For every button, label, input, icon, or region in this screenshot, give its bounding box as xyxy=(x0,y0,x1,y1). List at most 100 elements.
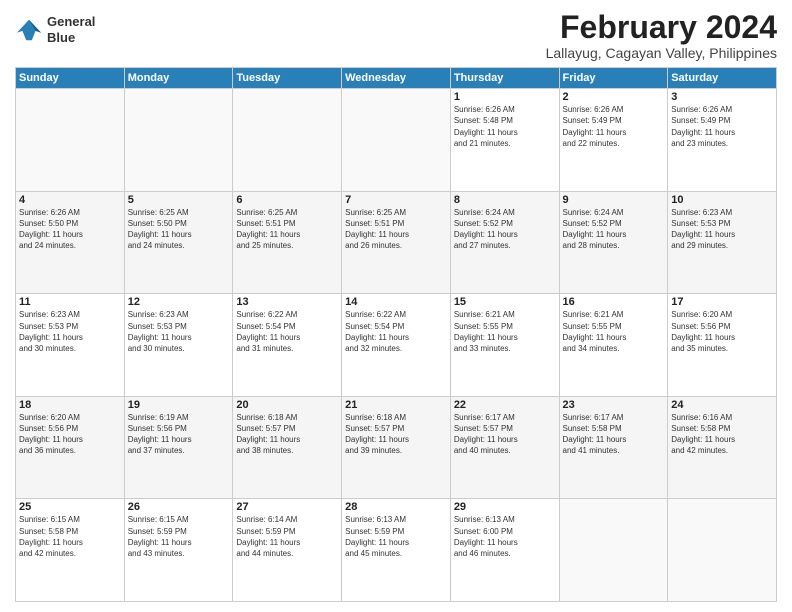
calendar-title: February 2024 xyxy=(546,10,777,45)
calendar-week-5: 25Sunrise: 6:15 AM Sunset: 5:58 PM Dayli… xyxy=(16,499,777,602)
day-number: 25 xyxy=(19,501,121,513)
day-info: Sunrise: 6:26 AM Sunset: 5:50 PM Dayligh… xyxy=(19,207,121,252)
day-info: Sunrise: 6:20 AM Sunset: 5:56 PM Dayligh… xyxy=(19,412,121,457)
calendar-cell: 13Sunrise: 6:22 AM Sunset: 5:54 PM Dayli… xyxy=(233,294,342,397)
calendar-cell: 19Sunrise: 6:19 AM Sunset: 5:56 PM Dayli… xyxy=(124,396,233,499)
day-number: 1 xyxy=(454,91,556,103)
weekday-header-wednesday: Wednesday xyxy=(342,68,451,89)
day-info: Sunrise: 6:16 AM Sunset: 5:58 PM Dayligh… xyxy=(671,412,773,457)
calendar-cell: 11Sunrise: 6:23 AM Sunset: 5:53 PM Dayli… xyxy=(16,294,125,397)
title-block: February 2024 Lallayug, Cagayan Valley, … xyxy=(546,10,777,61)
day-number: 27 xyxy=(236,501,338,513)
calendar-cell: 25Sunrise: 6:15 AM Sunset: 5:58 PM Dayli… xyxy=(16,499,125,602)
calendar-body: 1Sunrise: 6:26 AM Sunset: 5:48 PM Daylig… xyxy=(16,89,777,602)
day-info: Sunrise: 6:13 AM Sunset: 5:59 PM Dayligh… xyxy=(345,514,447,559)
calendar-cell: 22Sunrise: 6:17 AM Sunset: 5:57 PM Dayli… xyxy=(450,396,559,499)
calendar-cell: 9Sunrise: 6:24 AM Sunset: 5:52 PM Daylig… xyxy=(559,191,668,294)
day-number: 22 xyxy=(454,399,556,411)
day-number: 12 xyxy=(128,296,230,308)
day-info: Sunrise: 6:26 AM Sunset: 5:49 PM Dayligh… xyxy=(563,104,665,149)
calendar-cell xyxy=(342,89,451,192)
day-info: Sunrise: 6:17 AM Sunset: 5:57 PM Dayligh… xyxy=(454,412,556,457)
calendar-cell xyxy=(233,89,342,192)
day-number: 9 xyxy=(563,194,665,206)
day-number: 18 xyxy=(19,399,121,411)
calendar-cell: 24Sunrise: 6:16 AM Sunset: 5:58 PM Dayli… xyxy=(668,396,777,499)
calendar-cell: 1Sunrise: 6:26 AM Sunset: 5:48 PM Daylig… xyxy=(450,89,559,192)
weekday-header-saturday: Saturday xyxy=(668,68,777,89)
day-number: 2 xyxy=(563,91,665,103)
calendar-cell xyxy=(16,89,125,192)
day-info: Sunrise: 6:19 AM Sunset: 5:56 PM Dayligh… xyxy=(128,412,230,457)
calendar-cell: 18Sunrise: 6:20 AM Sunset: 5:56 PM Dayli… xyxy=(16,396,125,499)
weekday-header-tuesday: Tuesday xyxy=(233,68,342,89)
calendar-cell: 15Sunrise: 6:21 AM Sunset: 5:55 PM Dayli… xyxy=(450,294,559,397)
day-number: 16 xyxy=(563,296,665,308)
calendar-cell: 10Sunrise: 6:23 AM Sunset: 5:53 PM Dayli… xyxy=(668,191,777,294)
calendar-cell: 12Sunrise: 6:23 AM Sunset: 5:53 PM Dayli… xyxy=(124,294,233,397)
day-info: Sunrise: 6:14 AM Sunset: 5:59 PM Dayligh… xyxy=(236,514,338,559)
calendar-cell: 3Sunrise: 6:26 AM Sunset: 5:49 PM Daylig… xyxy=(668,89,777,192)
calendar-cell: 17Sunrise: 6:20 AM Sunset: 5:56 PM Dayli… xyxy=(668,294,777,397)
day-number: 15 xyxy=(454,296,556,308)
day-number: 13 xyxy=(236,296,338,308)
day-number: 26 xyxy=(128,501,230,513)
day-info: Sunrise: 6:15 AM Sunset: 5:59 PM Dayligh… xyxy=(128,514,230,559)
day-number: 3 xyxy=(671,91,773,103)
weekday-header-sunday: Sunday xyxy=(16,68,125,89)
logo: General Blue xyxy=(15,14,95,45)
day-info: Sunrise: 6:24 AM Sunset: 5:52 PM Dayligh… xyxy=(563,207,665,252)
day-number: 28 xyxy=(345,501,447,513)
day-number: 23 xyxy=(563,399,665,411)
day-number: 24 xyxy=(671,399,773,411)
calendar-cell: 23Sunrise: 6:17 AM Sunset: 5:58 PM Dayli… xyxy=(559,396,668,499)
calendar-cell: 6Sunrise: 6:25 AM Sunset: 5:51 PM Daylig… xyxy=(233,191,342,294)
calendar-cell: 14Sunrise: 6:22 AM Sunset: 5:54 PM Dayli… xyxy=(342,294,451,397)
weekday-header-monday: Monday xyxy=(124,68,233,89)
calendar-cell xyxy=(559,499,668,602)
calendar-week-1: 1Sunrise: 6:26 AM Sunset: 5:48 PM Daylig… xyxy=(16,89,777,192)
calendar-cell: 20Sunrise: 6:18 AM Sunset: 5:57 PM Dayli… xyxy=(233,396,342,499)
day-info: Sunrise: 6:26 AM Sunset: 5:49 PM Dayligh… xyxy=(671,104,773,149)
day-number: 14 xyxy=(345,296,447,308)
header: General Blue February 2024 Lallayug, Cag… xyxy=(15,10,777,61)
day-number: 4 xyxy=(19,194,121,206)
weekday-header-friday: Friday xyxy=(559,68,668,89)
calendar-week-3: 11Sunrise: 6:23 AM Sunset: 5:53 PM Dayli… xyxy=(16,294,777,397)
page: General Blue February 2024 Lallayug, Cag… xyxy=(0,0,792,612)
day-info: Sunrise: 6:25 AM Sunset: 5:51 PM Dayligh… xyxy=(345,207,447,252)
day-info: Sunrise: 6:22 AM Sunset: 5:54 PM Dayligh… xyxy=(345,309,447,354)
calendar-cell: 27Sunrise: 6:14 AM Sunset: 5:59 PM Dayli… xyxy=(233,499,342,602)
calendar-cell: 7Sunrise: 6:25 AM Sunset: 5:51 PM Daylig… xyxy=(342,191,451,294)
calendar-cell xyxy=(668,499,777,602)
calendar-week-2: 4Sunrise: 6:26 AM Sunset: 5:50 PM Daylig… xyxy=(16,191,777,294)
day-info: Sunrise: 6:15 AM Sunset: 5:58 PM Dayligh… xyxy=(19,514,121,559)
day-info: Sunrise: 6:26 AM Sunset: 5:48 PM Dayligh… xyxy=(454,104,556,149)
calendar-cell: 26Sunrise: 6:15 AM Sunset: 5:59 PM Dayli… xyxy=(124,499,233,602)
weekday-header-thursday: Thursday xyxy=(450,68,559,89)
calendar-table: SundayMondayTuesdayWednesdayThursdayFrid… xyxy=(15,67,777,602)
day-info: Sunrise: 6:17 AM Sunset: 5:58 PM Dayligh… xyxy=(563,412,665,457)
calendar-cell: 29Sunrise: 6:13 AM Sunset: 6:00 PM Dayli… xyxy=(450,499,559,602)
day-number: 11 xyxy=(19,296,121,308)
day-info: Sunrise: 6:23 AM Sunset: 5:53 PM Dayligh… xyxy=(671,207,773,252)
calendar-cell xyxy=(124,89,233,192)
day-number: 19 xyxy=(128,399,230,411)
day-info: Sunrise: 6:13 AM Sunset: 6:00 PM Dayligh… xyxy=(454,514,556,559)
logo-text: General Blue xyxy=(47,14,95,45)
logo-icon xyxy=(15,16,43,44)
day-info: Sunrise: 6:23 AM Sunset: 5:53 PM Dayligh… xyxy=(19,309,121,354)
calendar-cell: 21Sunrise: 6:18 AM Sunset: 5:57 PM Dayli… xyxy=(342,396,451,499)
calendar-cell: 16Sunrise: 6:21 AM Sunset: 5:55 PM Dayli… xyxy=(559,294,668,397)
day-number: 17 xyxy=(671,296,773,308)
calendar-cell: 28Sunrise: 6:13 AM Sunset: 5:59 PM Dayli… xyxy=(342,499,451,602)
day-info: Sunrise: 6:20 AM Sunset: 5:56 PM Dayligh… xyxy=(671,309,773,354)
day-number: 5 xyxy=(128,194,230,206)
day-number: 7 xyxy=(345,194,447,206)
calendar-week-4: 18Sunrise: 6:20 AM Sunset: 5:56 PM Dayli… xyxy=(16,396,777,499)
day-number: 29 xyxy=(454,501,556,513)
day-info: Sunrise: 6:22 AM Sunset: 5:54 PM Dayligh… xyxy=(236,309,338,354)
day-number: 21 xyxy=(345,399,447,411)
day-info: Sunrise: 6:18 AM Sunset: 5:57 PM Dayligh… xyxy=(345,412,447,457)
calendar-cell: 2Sunrise: 6:26 AM Sunset: 5:49 PM Daylig… xyxy=(559,89,668,192)
